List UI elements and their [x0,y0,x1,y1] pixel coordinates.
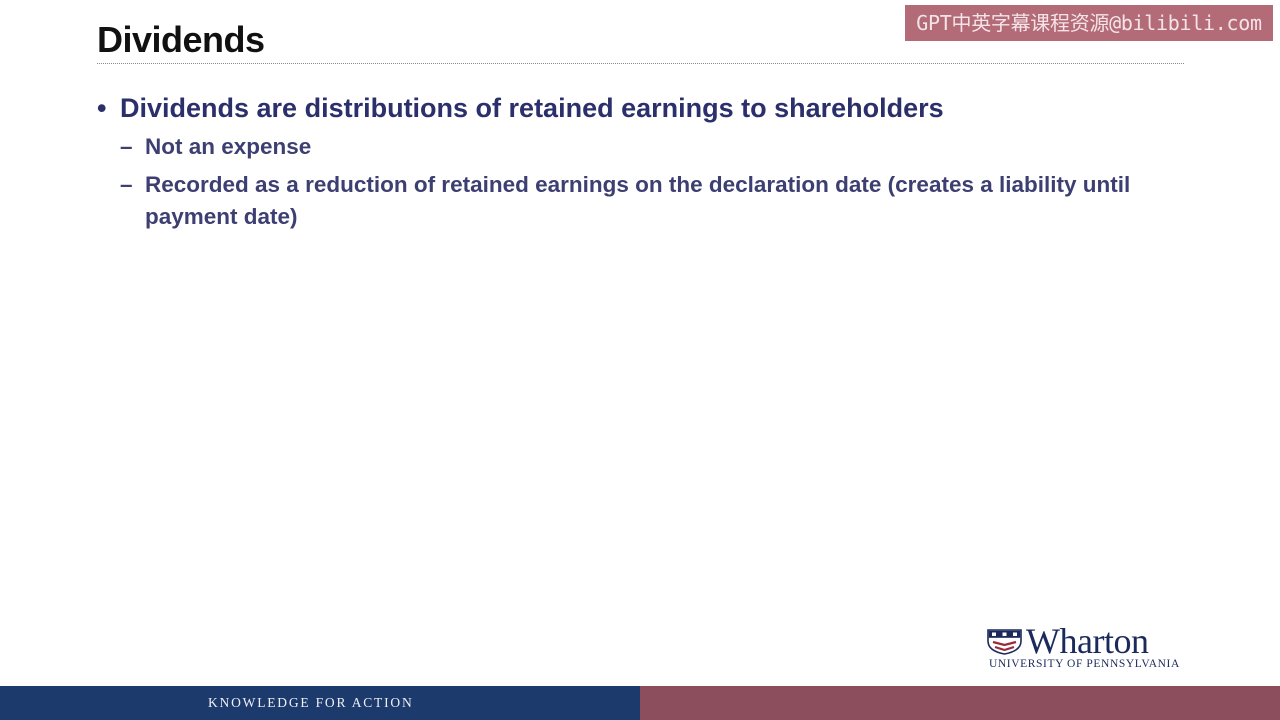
wharton-logo: Wharton University of Pennsylvania [987,621,1192,673]
footer-bar-maroon [640,686,1280,720]
sub-bullet-item: – Recorded as a reduction of retained ea… [120,169,1160,233]
title-divider [97,63,1184,64]
penn-shield-icon [987,629,1022,655]
sub-bullet-list: – Not an expense – Recorded as a reducti… [120,131,1177,233]
bullet-list: • Dividends are distributions of retaine… [97,89,1177,239]
slide-title: Dividends [97,19,265,60]
footer-tagline: KNOWLEDGE FOR ACTION [208,695,414,710]
dash-icon: – [120,172,133,197]
watermark-label: GPT中英字幕课程资源@bilibili.com [905,5,1273,41]
sub-bullet-text: Recorded as a reduction of retained earn… [145,172,1131,229]
sub-bullet-text: Not an expense [145,134,312,159]
logo-wordmark: Wharton [1026,621,1149,661]
bullet-dot-icon: • [97,93,107,123]
logo-subtitle: University of Pennsylvania [989,658,1180,670]
dash-icon: – [120,134,133,159]
sub-bullet-item: – Not an expense [120,131,1160,163]
footer-bar-blue: KNOWLEDGE FOR ACTION [0,686,640,720]
bullet-item: • Dividends are distributions of retaine… [97,89,1177,233]
bullet-text: Dividends are distributions of retained … [120,93,944,123]
